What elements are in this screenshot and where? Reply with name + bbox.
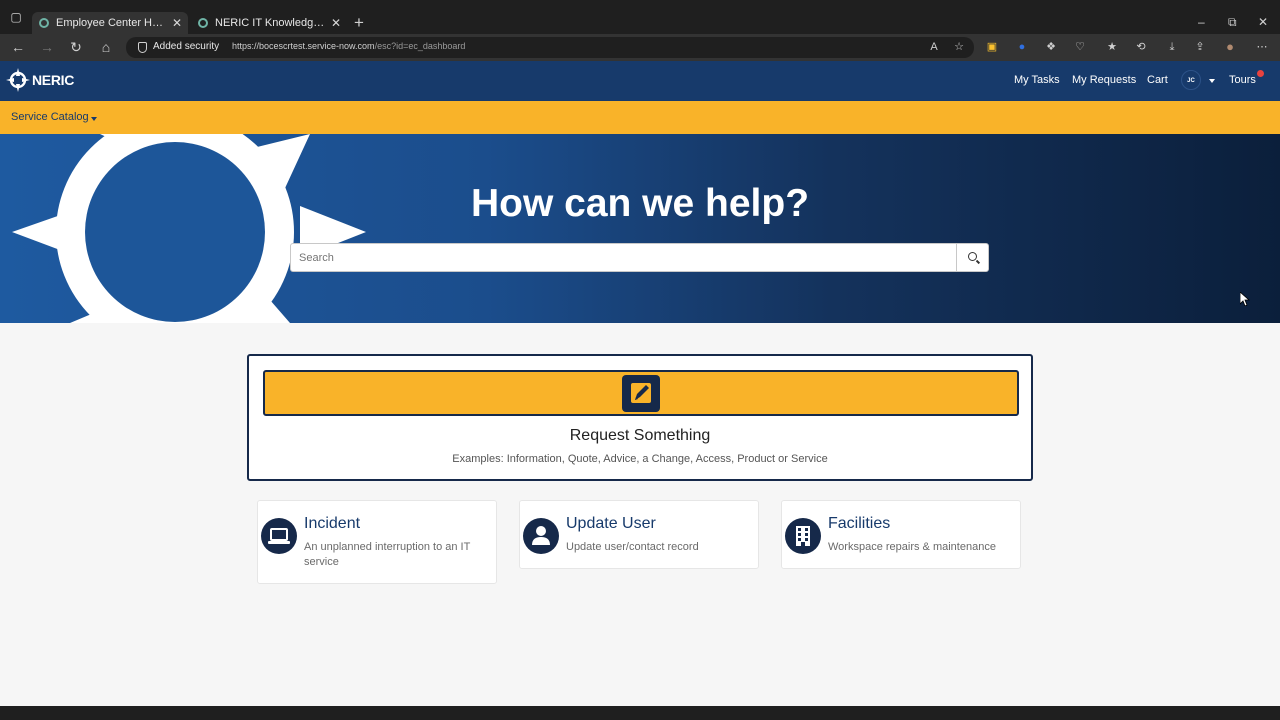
restore-window-button[interactable]: ⧉ — [1228, 15, 1237, 29]
search-input[interactable] — [290, 243, 957, 272]
extension-icon[interactable]: ▣ — [985, 40, 999, 54]
tile-title: Update User — [566, 515, 656, 532]
incident-tile[interactable]: Incident An unplanned interruption to an… — [257, 500, 497, 584]
building-icon — [785, 518, 821, 554]
browser-tab-employee-center[interactable]: Employee Center Homepage - E ✕ — [32, 12, 188, 34]
url-path: /esc?id=ec_dashboard — [374, 41, 466, 51]
request-something-subtitle: Examples: Information, Quote, Advice, a … — [452, 453, 828, 465]
favorite-add-icon[interactable]: ☆ — [952, 40, 966, 54]
service-catalog-menu[interactable]: Service Catalog — [11, 111, 89, 123]
user-icon — [523, 518, 559, 554]
close-window-button[interactable]: ✕ — [1258, 15, 1268, 29]
tile-title: Facilities — [828, 515, 891, 532]
cart-link[interactable]: Cart — [1147, 74, 1168, 86]
servicenow-favicon-icon — [198, 18, 208, 28]
pencil-icon — [622, 375, 660, 412]
url-field[interactable]: Added security https://bocescrtest.servi… — [126, 37, 974, 58]
extensions-icon[interactable]: ❖ — [1044, 40, 1058, 54]
tab-title: NERIC IT Knowledge Base - NER — [215, 17, 327, 29]
page-title: How can we help? — [470, 182, 810, 225]
hero-banner: How can we help? — [0, 134, 1280, 323]
mouse-cursor-icon — [1240, 292, 1250, 306]
tile-description: An unplanned interruption to an IT servi… — [304, 541, 471, 568]
browser-tab-knowledge-base[interactable]: NERIC IT Knowledge Base - NER ✕ — [191, 12, 347, 34]
close-tab-icon[interactable]: ✕ — [172, 12, 182, 34]
neric-star-watermark-icon — [12, 134, 366, 323]
url-host: https://bocescrtest.service-now.com — [232, 41, 375, 51]
close-tab-icon[interactable]: ✕ — [331, 12, 341, 34]
reload-icon[interactable]: ↻ — [68, 39, 84, 55]
request-something-banner[interactable] — [263, 370, 1019, 416]
servicenow-favicon-icon — [39, 18, 49, 28]
window-bottom-edge — [0, 706, 1280, 720]
read-aloud-icon[interactable]: A — [927, 40, 941, 54]
back-icon[interactable]: ← — [10, 39, 26, 55]
update-user-tile[interactable]: Update User Update user/contact record — [519, 500, 759, 569]
more-icon[interactable]: ⋯ — [1255, 40, 1269, 54]
search-icon — [968, 252, 977, 261]
tab-title: Employee Center Homepage - E — [56, 17, 168, 29]
url-text[interactable]: https://bocescrtest.service-now.com/esc?… — [232, 41, 465, 51]
profile-icon[interactable]: ● — [1223, 40, 1237, 54]
service-catalog-bar: Service Catalog — [0, 101, 1280, 134]
browser-address-bar: ← → ↻ ⌂ Added security https://bocescrte… — [0, 34, 1280, 61]
site-header: NERIC My Tasks My Requests Cart JC Tours — [0, 61, 1280, 101]
security-label[interactable]: Added security — [153, 41, 219, 52]
browser-tab-strip: ▢ Employee Center Homepage - E ✕ NERIC I… — [0, 0, 1280, 34]
shield-icon[interactable] — [138, 42, 147, 53]
forward-icon[interactable]: → — [39, 39, 55, 55]
avatar[interactable]: JC — [1181, 70, 1201, 90]
neric-star-icon — [6, 68, 30, 92]
user-menu-chevron-down-icon[interactable] — [1209, 79, 1215, 83]
browser-essentials-icon[interactable]: ♡ — [1073, 40, 1087, 54]
tile-description: Update user/contact record — [566, 541, 699, 553]
new-tab-button[interactable]: + — [354, 13, 364, 33]
logo-text: NERIC — [32, 72, 75, 88]
chevron-down-icon[interactable] — [91, 117, 97, 121]
history-icon[interactable]: ⟲ — [1134, 40, 1148, 54]
request-something-title: Request Something — [569, 427, 711, 444]
downloads-icon[interactable]: ⤓ — [1165, 40, 1179, 54]
home-icon[interactable]: ⌂ — [98, 39, 114, 55]
notification-dot-icon — [1257, 70, 1264, 77]
tours-link[interactable]: Tours — [1229, 74, 1256, 86]
extension-blue-icon[interactable]: ● — [1015, 40, 1029, 54]
minimize-window-button[interactable]: – — [1198, 15, 1205, 29]
my-requests-link[interactable]: My Requests — [1072, 74, 1136, 86]
request-something-card[interactable]: Request Something Examples: Information,… — [247, 354, 1033, 481]
tab-actions-icon[interactable]: ▢ — [8, 9, 24, 25]
tile-title: Incident — [304, 515, 361, 532]
tile-description: Workspace repairs & maintenance — [828, 541, 996, 553]
my-tasks-link[interactable]: My Tasks — [1014, 74, 1060, 86]
favorites-icon[interactable]: ★ — [1105, 40, 1119, 54]
search-button[interactable] — [956, 243, 989, 272]
share-icon[interactable]: ⇪ — [1193, 40, 1207, 54]
laptop-icon — [261, 518, 297, 554]
facilities-tile[interactable]: Facilities Workspace repairs & maintenan… — [781, 500, 1021, 569]
